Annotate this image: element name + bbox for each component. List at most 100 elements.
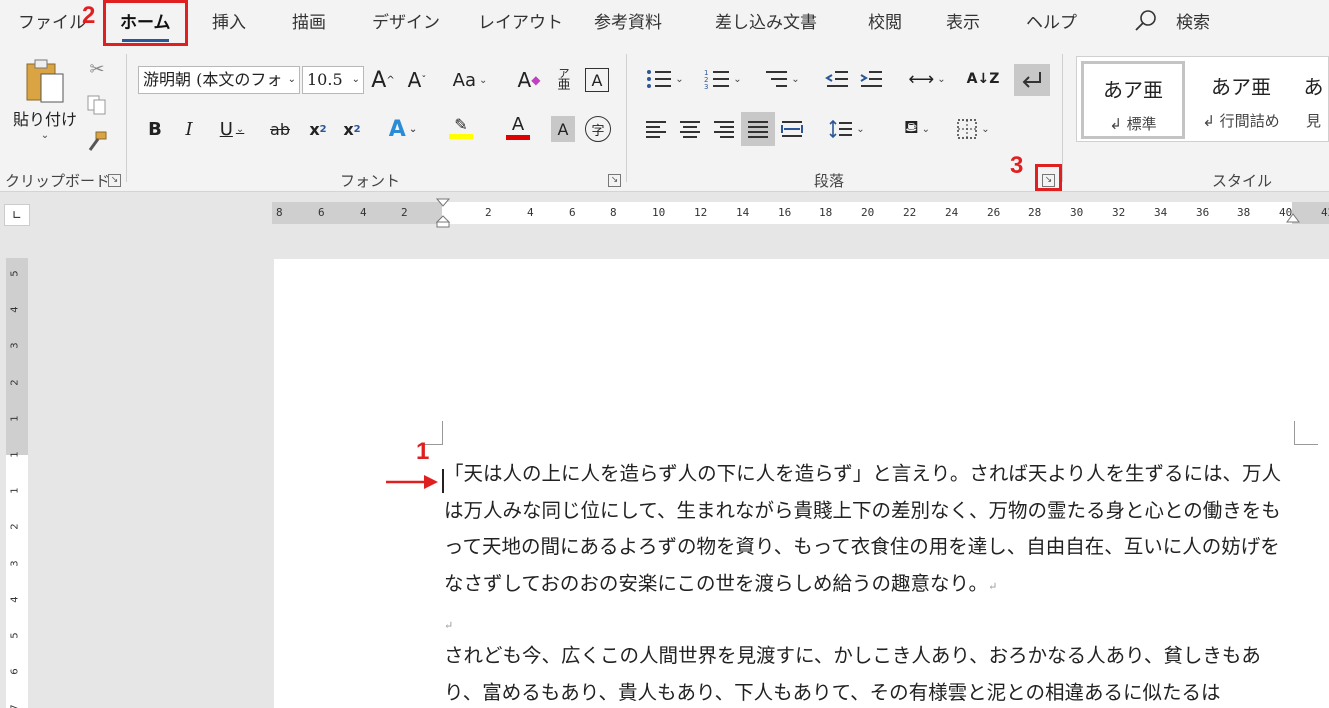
paragraph-1[interactable]: 「天は人の上に人を造らず人の下に人を造らず」と言えり。されば天より人を生ずるには… xyxy=(444,456,1296,605)
font-group-label: フォント xyxy=(340,172,401,190)
font-color-swatch xyxy=(506,135,530,140)
align-left-icon[interactable] xyxy=(642,114,670,144)
bold-icon[interactable]: B xyxy=(142,114,168,144)
enclose-characters-icon[interactable]: 字 xyxy=(585,116,611,142)
tab-insert[interactable]: 挿入 xyxy=(212,8,246,33)
italic-icon[interactable]: I xyxy=(176,114,202,144)
tab-design[interactable]: デザイン xyxy=(372,8,440,33)
align-right-icon[interactable] xyxy=(710,114,738,144)
numbering-button[interactable]: 123 ⌄ xyxy=(698,64,748,94)
annotation-box-paragraph-launcher xyxy=(1035,164,1062,191)
arrow-right-icon xyxy=(386,475,438,489)
chevron-down-icon: ⌄ xyxy=(408,123,418,135)
ribbon: 貼り付け ⌄ ✂ クリップボード ↘ 游明朝 (本文のフォ ⌄ 10.5 ⌄ A… xyxy=(0,44,1329,192)
ruler-tick-label: 28 xyxy=(1028,206,1042,219)
distributed-icon[interactable] xyxy=(778,114,806,144)
ruler-tick-label: 18 xyxy=(819,206,833,219)
shrink-font-icon[interactable]: Aˇ xyxy=(402,64,432,96)
chevron-down-icon: ⌄ xyxy=(675,73,684,85)
tab-review[interactable]: 校閲 xyxy=(868,8,902,33)
chevron-down-icon: ⌄ xyxy=(40,129,50,141)
subscript-icon[interactable]: x2 xyxy=(304,114,332,144)
multilevel-list-button[interactable]: ⌄ xyxy=(756,64,806,94)
paragraph-mark-toggle[interactable] xyxy=(1014,64,1050,96)
tab-file[interactable]: ファイル xyxy=(18,8,86,33)
horizontal-ruler[interactable]: 8 6 4 2 2 4 6 8 10 12 14 16 18 20 22 24 26 28 30 32 34 36 38 40… xyxy=(272,198,1329,228)
shading-button[interactable]: ⛾ ⌄ xyxy=(892,114,942,144)
underline-button[interactable]: U ⌄ xyxy=(210,114,254,144)
ruler-tick-label: 36 xyxy=(1196,206,1210,219)
font-dialog-launcher[interactable]: ↘ xyxy=(608,174,621,187)
copy-icon[interactable] xyxy=(84,92,110,118)
search-icon[interactable] xyxy=(1134,9,1158,33)
text-effects-button[interactable]: A ⌄ xyxy=(380,114,426,144)
bullets-button[interactable]: ⌄ xyxy=(640,64,690,94)
clipboard-dialog-launcher[interactable]: ↘ xyxy=(108,174,121,187)
tab-view[interactable]: 表示 xyxy=(946,8,980,33)
highlighter-icon: ✎ xyxy=(454,115,468,134)
sort-icon[interactable]: A↓Z xyxy=(966,64,1000,94)
format-painter-icon[interactable] xyxy=(84,128,110,154)
tab-mailings[interactable]: 差し込み文書 xyxy=(715,8,817,33)
style-normal[interactable]: あア亜 ↲ 標準 xyxy=(1081,61,1185,139)
paragraph-2-text: されども今、広くこの人間世界を見渡すに、かしこき人あり、おろかなる人あり、貧しき… xyxy=(444,644,1261,704)
cut-icon[interactable]: ✂ xyxy=(84,56,110,82)
text-direction-button[interactable]: ⟷ ⌄ xyxy=(902,64,952,94)
style-heading[interactable]: あ 見 xyxy=(1297,61,1329,139)
highlight-swatch xyxy=(449,134,473,139)
vertical-ruler[interactable]: 5 4 3 2 1 1 1 2 3 4 5 6 7 xyxy=(6,258,28,708)
character-shading-icon[interactable]: A xyxy=(551,116,575,142)
ruler-tick-label: 2 xyxy=(9,379,21,386)
grow-font-icon[interactable]: A ^ xyxy=(368,64,398,96)
ruler-tick-label: 4 xyxy=(527,206,534,219)
change-case-button[interactable]: Aa ⌄ xyxy=(446,64,494,96)
font-color-button[interactable]: A xyxy=(492,110,544,144)
tab-selector[interactable]: ∟ xyxy=(4,204,30,226)
style-no-spacing[interactable]: あア亜 ↲ 行間詰め xyxy=(1189,61,1293,139)
annotation-number-2: 2 xyxy=(82,2,96,29)
tab-help[interactable]: ヘルプ xyxy=(1026,8,1077,33)
ruler-tick-label: 20 xyxy=(861,206,875,219)
strikethrough-icon[interactable]: ab xyxy=(266,114,294,144)
group-separator xyxy=(126,54,127,182)
paragraph-group-label: 段落 xyxy=(814,172,845,190)
font-size-combo[interactable]: 10.5 ⌄ xyxy=(302,66,364,94)
clear-formatting-icon[interactable]: A ◆ xyxy=(514,64,544,96)
character-border-icon[interactable]: A xyxy=(585,68,609,92)
tab-references[interactable]: 参考資料 xyxy=(594,8,662,33)
paragraph-2[interactable]: されども今、広くこの人間世界を見渡すに、かしこき人あり、おろかなる人あり、貧しき… xyxy=(444,638,1296,708)
paste-label: 貼り付け xyxy=(12,109,77,129)
paste-button[interactable]: 貼り付け ⌄ xyxy=(10,54,80,144)
borders-button[interactable]: ⌄ xyxy=(948,114,998,144)
indent-marker-icon[interactable] xyxy=(436,198,450,228)
ribbon-tab-bar: ファイル ホーム 挿入 描画 デザイン レイアウト 参考資料 差し込み文書 校閲… xyxy=(0,0,1329,44)
ruler-tick-label: 42 xyxy=(1321,206,1329,219)
increase-indent-icon[interactable] xyxy=(856,64,886,94)
change-case-label: Aa xyxy=(452,69,476,91)
ruler-tick-label: 32 xyxy=(1112,206,1126,219)
ruler-tick-label: 6 xyxy=(9,668,21,675)
phonetic-guide-icon[interactable]: ア亜 xyxy=(550,64,578,96)
align-center-icon[interactable] xyxy=(676,114,704,144)
search-label[interactable]: 検索 xyxy=(1176,8,1210,33)
ruler-tick-label: 26 xyxy=(987,206,1001,219)
decrease-indent-icon[interactable] xyxy=(822,64,852,94)
chevron-down-icon: ⌄ xyxy=(478,74,488,86)
line-spacing-button[interactable]: ⌄ xyxy=(822,114,872,144)
justify-icon[interactable] xyxy=(741,112,775,146)
tab-layout[interactable]: レイアウト xyxy=(478,8,563,33)
ruler-tick-label: 40 xyxy=(1279,206,1293,219)
highlight-color-button[interactable]: ✎ xyxy=(436,110,486,144)
font-size-value: 10.5 xyxy=(307,70,343,89)
ruler-tick-label: 4 xyxy=(360,206,367,219)
numbering-icon: 123 xyxy=(704,69,730,90)
font-color-icon: A xyxy=(511,114,525,135)
ruler-tick-label: 1 xyxy=(9,487,21,494)
tab-draw[interactable]: 描画 xyxy=(292,8,326,33)
superscript-icon[interactable]: x2 xyxy=(338,114,366,144)
style-name: ↲ 行間詰め xyxy=(1202,112,1280,130)
ruler-row: ∟ 8 6 4 2 2 4 6 8 10 12 14 16 18 20 22 24 26 28 30 32 34 36 38… xyxy=(0,192,1329,230)
ruler-tick-label: 16 xyxy=(778,206,792,219)
font-name-combo[interactable]: 游明朝 (本文のフォ ⌄ xyxy=(138,66,300,94)
chevron-down-icon: ⌄ xyxy=(733,73,742,85)
